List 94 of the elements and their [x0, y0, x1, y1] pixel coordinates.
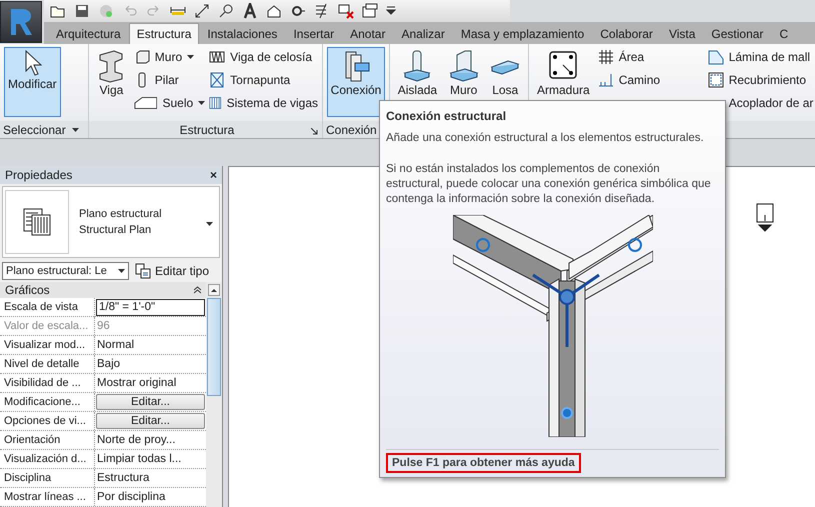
edit-button[interactable]: Editar... — [96, 394, 205, 410]
brace-icon[interactable] — [209, 72, 226, 88]
text-icon[interactable] — [242, 3, 258, 19]
ribbon-tab[interactable]: Insertar — [285, 23, 342, 44]
ribbon-tab[interactable]: Arquitectura — [48, 23, 129, 44]
property-name: Valor de escala... — [0, 317, 95, 335]
property-value: Norte de proy... — [96, 433, 176, 448]
panel-title[interactable]: Conexión — [326, 122, 377, 136]
caret-icon — [72, 128, 79, 132]
tooltip-note: Si no están instalados los complementos de conexión estructural, puede colocar una conexión genérica simbólica que contenga la información sobre la conexión diseñada. — [386, 162, 712, 207]
switch-windows-icon[interactable] — [362, 3, 378, 19]
property-name: Opciones de vi... — [0, 412, 95, 430]
instance-dropdown[interactable]: Plano estructural: Le — [2, 262, 129, 280]
caret-icon — [206, 222, 213, 226]
ribbon-button[interactable]: Sistema de vigas — [209, 93, 318, 113]
plan-sheet-icon — [22, 207, 52, 237]
property-name: Modificacione... — [0, 393, 95, 411]
ribbon-button[interactable]: Tornapunta — [209, 70, 318, 90]
collapse-icon — [194, 286, 201, 294]
property-value: Limpiar todas l... — [96, 452, 182, 467]
scroll-up-icon[interactable] — [208, 284, 220, 296]
property-value: Por disciplina — [96, 490, 166, 505]
house-icon[interactable] — [266, 3, 282, 19]
save-icon[interactable] — [74, 3, 90, 19]
ribbon-tab[interactable]: Instalaciones — [199, 23, 286, 44]
edit-type-button[interactable]: Editar tipo — [135, 263, 210, 279]
property-name: Disciplina — [0, 469, 95, 487]
property-value: 96 — [96, 319, 111, 334]
ribbon-tab[interactable]: C — [771, 23, 796, 44]
close-windows-icon[interactable] — [338, 3, 354, 19]
value-field[interactable]: 1/8" = 1'-0" — [96, 299, 205, 316]
caret-icon — [118, 269, 125, 273]
dialog-launcher-icon[interactable] — [311, 128, 318, 135]
property-value: Normal — [96, 338, 136, 353]
ribbon-button[interactable]: Camino — [598, 70, 704, 90]
panel-title[interactable]: Estructura — [180, 122, 234, 136]
caret-icon — [198, 101, 206, 105]
ribbon-tab[interactable]: Vista — [660, 23, 704, 44]
property-name: Visibilidad de ... — [0, 374, 95, 392]
ribbon-tab[interactable]: Analizar — [393, 23, 453, 44]
mesh-sheet-icon[interactable] — [708, 49, 724, 65]
column-footing-icon[interactable] — [402, 49, 432, 83]
tooltip-title: Conexión estructural — [386, 109, 508, 123]
type-name: Plano estructural — [79, 207, 163, 222]
ribbon-button[interactable]: Pilar — [134, 70, 206, 90]
close-button[interactable]: × — [210, 168, 217, 182]
ribbon-button[interactable]: Viga de celosía — [209, 47, 318, 67]
ribbon-tab[interactable]: Masa y emplazamiento — [452, 23, 592, 44]
scroll-thumb[interactable] — [207, 298, 221, 396]
help-hint: Pulse F1 para obtener más ayuda — [386, 453, 581, 473]
group-header[interactable]: Gráficos — [0, 282, 206, 298]
grid-icon[interactable] — [598, 49, 614, 65]
ribbon-tab[interactable]: Colaborar — [592, 23, 661, 44]
edit-type-icon — [135, 263, 151, 279]
dimension-icon[interactable] — [194, 3, 210, 19]
panel-title[interactable]: Seleccionar — [3, 122, 66, 136]
ribbon-button[interactable]: Lámina de mall — [708, 47, 814, 67]
ribbon-button[interactable]: Armadura — [533, 47, 594, 117]
caret-icon — [187, 55, 194, 59]
truss-icon[interactable] — [209, 49, 226, 65]
property-name: Mostrar líneas ... — [0, 488, 95, 506]
scrollbar[interactable] — [206, 282, 222, 507]
ribbon-tab[interactable]: Gestionar — [703, 23, 772, 44]
type-selector[interactable]: Plano estructural Structural Plan — [2, 186, 220, 258]
edit-button[interactable]: Editar... — [96, 413, 205, 429]
type-subname: Structural Plan — [79, 223, 152, 238]
floor-icon[interactable] — [134, 95, 158, 111]
ribbon-tab[interactable]: Estructura — [128, 23, 200, 44]
property-name: Escala de vista — [0, 298, 95, 317]
ribbon-button[interactable]: Conexión — [327, 47, 385, 117]
ribbon-button[interactable]: Viga — [93, 47, 130, 117]
ribbon-tab[interactable]: Anotar — [342, 23, 394, 44]
property-name: Nivel de detalle — [0, 355, 95, 373]
ribbon-button[interactable]: Área — [598, 47, 704, 67]
tooltip-description: Añade una conexión estructural a los elementos estructurales. — [386, 131, 705, 146]
property-name: Orientación — [0, 431, 95, 449]
logo-icon — [8, 7, 34, 37]
ribbon-button[interactable]: Modificar — [4, 47, 61, 117]
property-name: Visualización d... — [0, 450, 95, 468]
beam-system-icon[interactable] — [209, 95, 222, 111]
wall-icon[interactable] — [134, 49, 150, 65]
wall-footing-icon[interactable] — [448, 49, 479, 83]
property-value: Mostrar original — [96, 376, 178, 391]
property-value: Estructura — [96, 471, 150, 486]
path-icon[interactable] — [598, 72, 614, 88]
property-name: Visualizar mod... — [0, 336, 95, 354]
cover-icon[interactable] — [708, 72, 724, 88]
ribbon-button[interactable]: Suelo — [134, 93, 206, 113]
property-value: Bajo — [96, 357, 122, 372]
app-menu-button[interactable] — [0, 1, 42, 43]
ribbon-button[interactable]: Recubrimiento — [708, 70, 814, 90]
ribbon-button[interactable]: Acoplador de ar — [708, 93, 814, 113]
ribbon-button[interactable]: Muro — [134, 47, 206, 67]
panel-title: Propiedades — [5, 168, 72, 182]
